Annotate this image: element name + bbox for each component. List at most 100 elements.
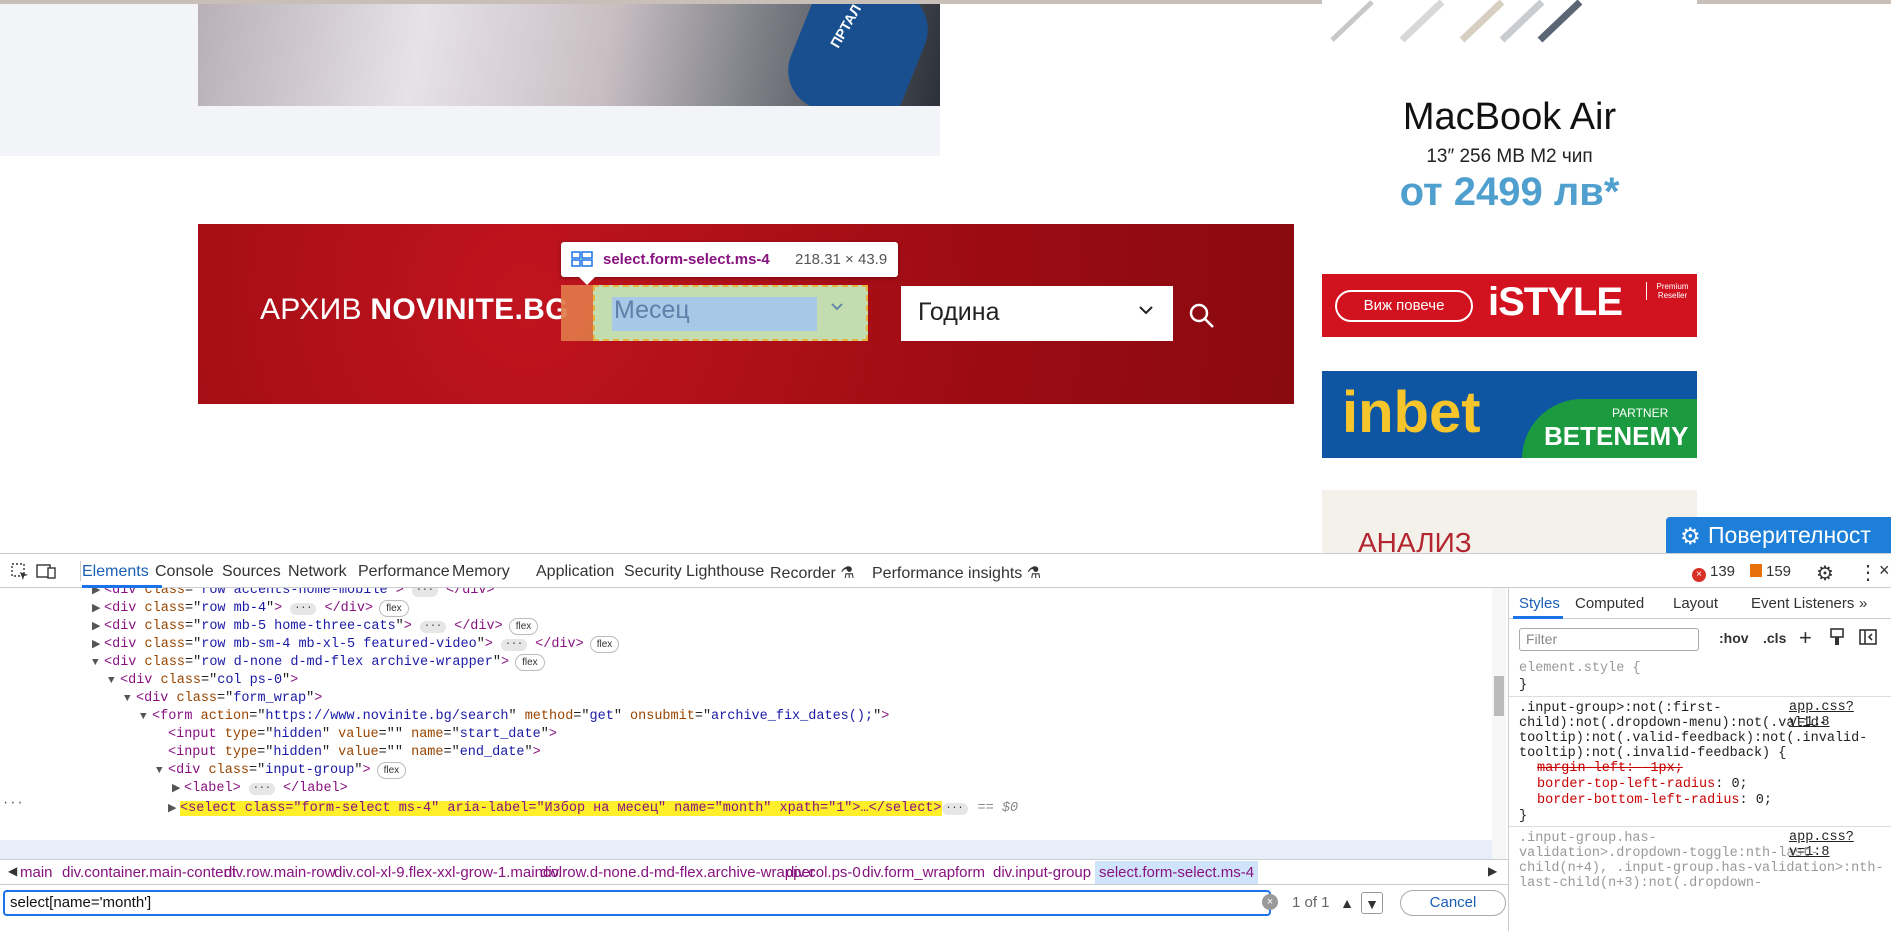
tab-performance-insights[interactable]: Performance insights ⚗ [872, 563, 1041, 583]
property-colon: : [1715, 777, 1732, 792]
article-photo[interactable]: ПРТАЛ [198, 0, 940, 106]
attr-eq: =" [201, 673, 218, 688]
flex-badge[interactable]: flex [515, 654, 545, 671]
clear-search-icon[interactable]: × [1262, 894, 1278, 910]
class-toggle[interactable]: .cls [1763, 630, 1786, 646]
breadcrumb-item[interactable]: div.row.d-none.d-md-flex.archive-wrapper [540, 864, 815, 881]
close-icon[interactable]: × [1879, 560, 1890, 581]
collapsed-ellipsis[interactable]: ··· [501, 639, 528, 651]
device-toolbar-icon[interactable] [36, 562, 56, 580]
attr-name: action [200, 709, 250, 724]
attr-value: hidden [273, 727, 322, 742]
styles-tab-event-listeners[interactable]: Event Listeners [1751, 595, 1854, 612]
selected-dom-row[interactable] [0, 840, 1497, 859]
tab-application[interactable]: Application [536, 563, 614, 581]
hover-state-toggle[interactable]: :hov [1719, 630, 1749, 646]
attr-space [403, 727, 411, 742]
warning-counter[interactable]: 159 [1750, 563, 1791, 580]
collapsed-ellipsis[interactable]: ··· [419, 621, 446, 633]
ad-more-button[interactable]: Виж повече [1335, 290, 1473, 322]
collapsed-ellipsis[interactable]: ··· [411, 588, 438, 597]
breadcrumb-item[interactable]: div.container.main-content [62, 864, 236, 881]
flex-badge[interactable]: flex [589, 636, 620, 653]
dom-search-input[interactable]: select[name='month'] [3, 890, 1271, 916]
attr-value: https://www.novinite.bg/search [265, 709, 509, 724]
elements-scrollbar[interactable] [1492, 588, 1506, 859]
collapsed-ellipsis[interactable]: ··· [290, 603, 317, 615]
next-match-button[interactable]: ▼ [1361, 892, 1383, 914]
tab-sources[interactable]: Sources [222, 563, 281, 581]
tag-open: <div [104, 588, 145, 598]
styles-filter-input[interactable]: Filter [1519, 628, 1699, 651]
breadcrumb-item[interactable]: main [20, 864, 53, 881]
inbet-ad[interactable]: inbet PARTNER BETENEMY [1322, 371, 1697, 458]
privacy-settings-button[interactable]: ⚙ Поверителност [1666, 517, 1891, 553]
flex-badge[interactable]: flex [508, 618, 539, 635]
attr-quote: " [394, 727, 403, 742]
collapsed-ellipsis[interactable]: ··· [941, 803, 968, 815]
flex-badge[interactable]: flex [376, 762, 407, 779]
attr-space [517, 709, 525, 724]
property-name: margin-left [1537, 761, 1627, 776]
attr-eq: =" [378, 745, 395, 760]
attr-quote: " [508, 709, 517, 724]
attr-value: end_date [459, 745, 525, 760]
tab-console[interactable]: Console [155, 563, 214, 581]
breadcrumb-item[interactable]: select.form-select.ms-4 [1095, 861, 1259, 884]
selected-dom-line[interactable]: ▶ <select class="form-select ms-4" aria-l… [0, 798, 1018, 819]
tag-close: > [532, 745, 541, 760]
settings-gear-icon[interactable]: ⚙ [1816, 561, 1834, 586]
rule-source-link[interactable]: app.css?v=1:8 [1789, 830, 1891, 860]
breadcrumb-item[interactable]: div.col-xl-9.flex-xxl-grow-1.maincol [334, 864, 562, 881]
toggle-sidebar-icon[interactable] [1859, 628, 1877, 646]
betenemy-logo: BETENEMY [1544, 421, 1689, 451]
rule-source-link[interactable]: app.css?v=1:8 [1789, 700, 1891, 730]
gear-icon: ⚙ [1680, 523, 1701, 549]
apple-pencils-image [1330, 0, 1583, 43]
breadcrumb-right-arrow[interactable]: ▶ [1488, 864, 1497, 878]
attr-eq: =" [694, 709, 712, 724]
error-counter[interactable]: × 139 [1692, 563, 1735, 582]
styles-tab-computed[interactable]: Computed [1575, 595, 1644, 612]
tab-elements[interactable]: Elements [82, 563, 149, 581]
new-style-rule-icon[interactable]: + [1799, 625, 1812, 651]
tab-performance[interactable]: Performance [358, 563, 450, 581]
expand-triangle-icon[interactable]: ▶ [172, 779, 184, 800]
tooltip-arrow [579, 277, 595, 285]
cancel-search-button[interactable]: Cancel [1400, 890, 1506, 916]
macbook-spec: 13″ 256 MB M2 чип [1426, 146, 1593, 167]
inspect-element-icon[interactable] [10, 562, 30, 580]
tab-network[interactable]: Network [288, 563, 347, 581]
more-options-icon[interactable]: ⋮ [1858, 560, 1878, 585]
attr-quote: " [387, 588, 396, 598]
tag-open: <input [168, 727, 225, 742]
scrollbar-thumb[interactable] [1494, 676, 1504, 716]
attr-quote: " [873, 709, 882, 724]
expand-triangle-icon[interactable]: ▶ [168, 799, 180, 820]
breadcrumb-left-arrow[interactable]: ◀ [8, 864, 17, 878]
styles-tab-styles[interactable]: Styles [1519, 595, 1560, 612]
flex-badge[interactable]: flex [379, 600, 409, 617]
tab-security[interactable]: Security [624, 563, 682, 581]
collapsed-ellipsis[interactable]: ··· [248, 783, 275, 795]
paint-brush-icon[interactable] [1829, 628, 1845, 646]
breadcrumb-item[interactable]: div.form_wrap [862, 864, 955, 881]
dom-row[interactable]: ▶ <label> ··· </label> [0, 778, 348, 799]
more-tabs-icon[interactable]: » [1859, 595, 1867, 612]
breadcrumb-item[interactable]: div.row.main-row [224, 864, 335, 881]
previous-match-button[interactable]: ▲ [1336, 892, 1358, 914]
tag-open: <div [104, 637, 145, 652]
tab-memory[interactable]: Memory [452, 563, 510, 581]
chevron-down-icon [831, 303, 843, 311]
property-colon: : [1739, 793, 1756, 808]
breadcrumb-item[interactable]: form [955, 864, 985, 881]
tab-recorder[interactable]: Recorder ⚗ [770, 563, 855, 583]
breadcrumb-item[interactable]: div.input-group [993, 864, 1091, 881]
styles-tab-layout[interactable]: Layout [1673, 595, 1718, 612]
style-declaration[interactable]: border-bottom-left-radius: 0; [1537, 792, 1772, 810]
breadcrumb-item[interactable]: div.col.ps-0 [786, 864, 861, 881]
search-icon[interactable] [1188, 302, 1216, 330]
tab-lighthouse[interactable]: Lighthouse [686, 563, 764, 581]
elements-tree[interactable]: ▶ <div class="row accents-home-mobile"> ·… [0, 588, 1497, 859]
property-value: 0; [1755, 793, 1772, 808]
